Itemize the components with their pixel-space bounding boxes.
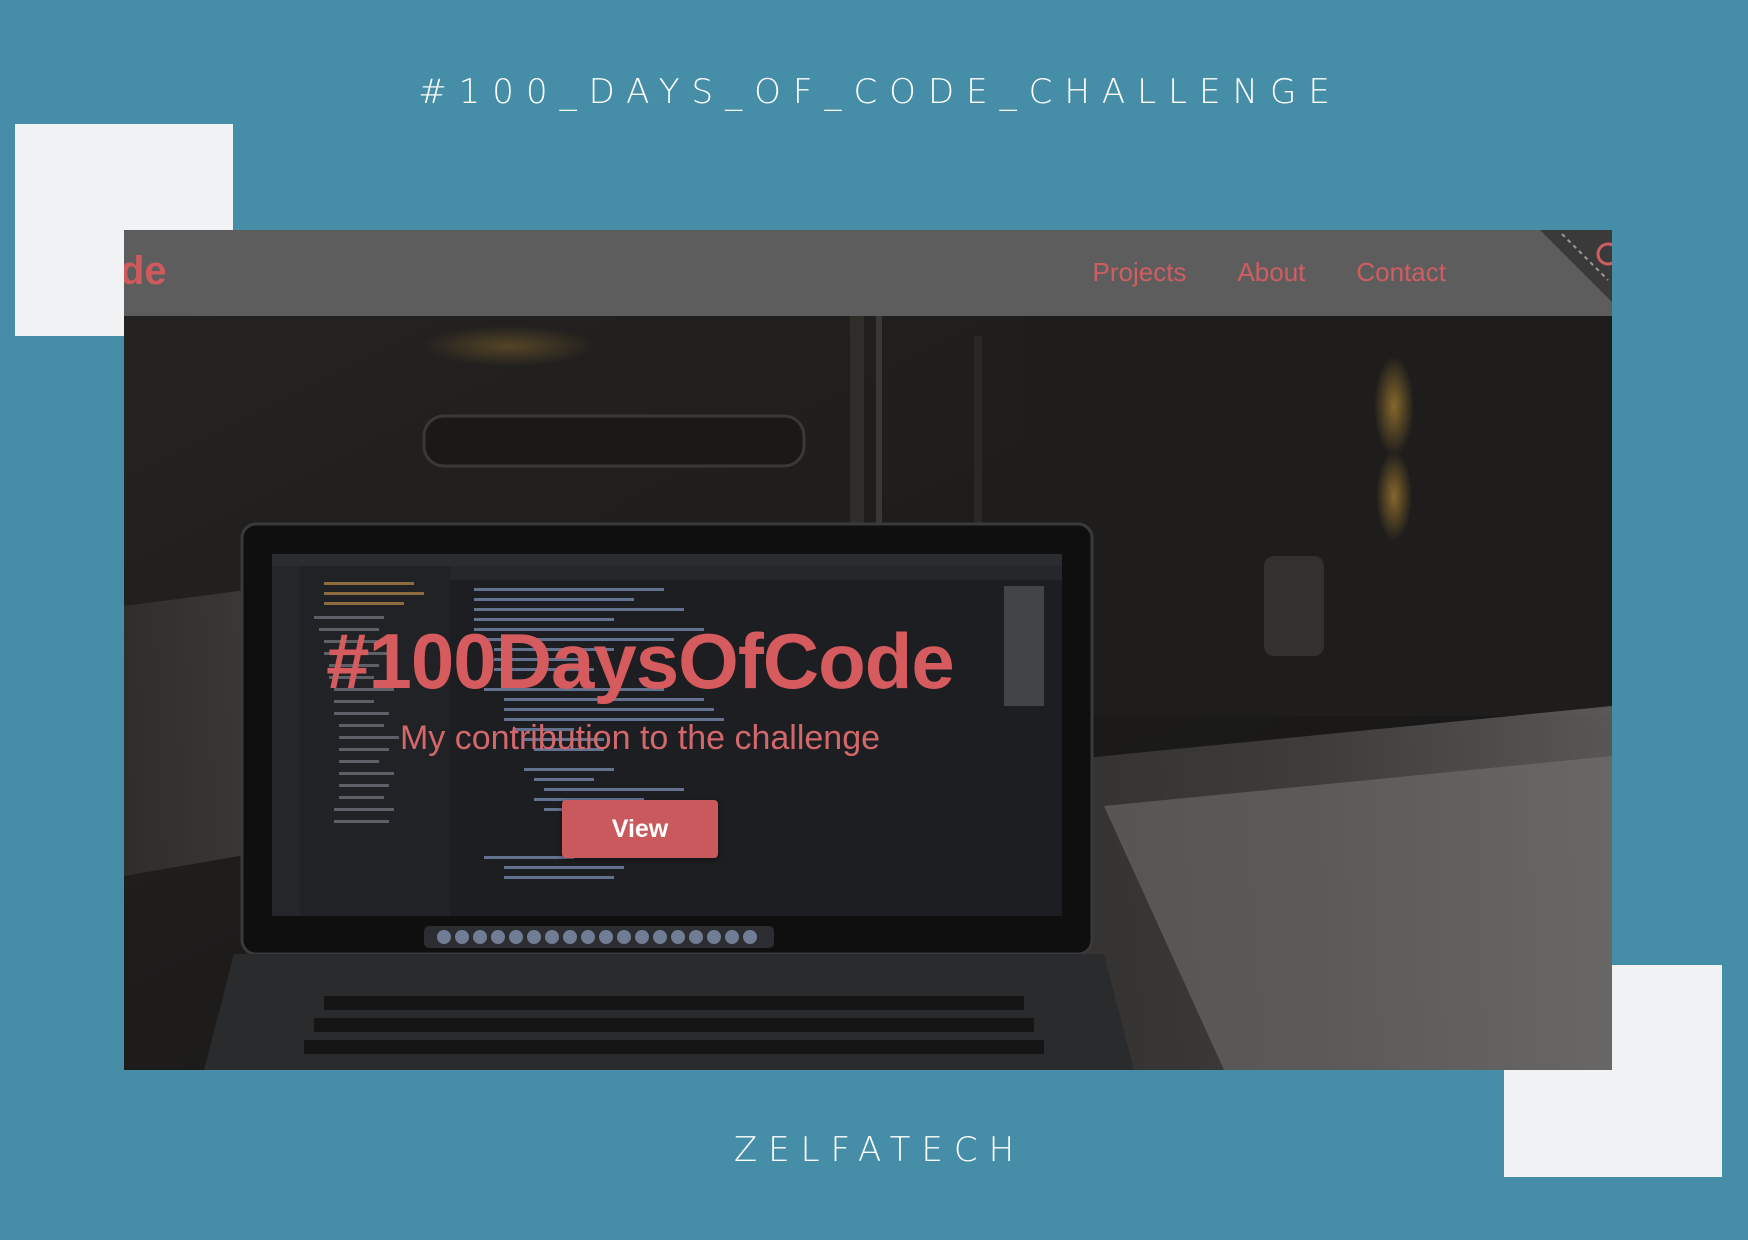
brand-name: ZELFATECH (733, 1130, 1026, 1170)
nav-links: Projects About Contact (1093, 252, 1446, 292)
hero-content: #100DaysOfCode My contribution to the ch… (290, 616, 990, 858)
view-button[interactable]: View (562, 800, 718, 858)
hero-section: #100DaysOfCode My contribution to the ch… (124, 316, 1612, 1070)
website-screenshot: #100DaysOfCode My contribution to the ch… (124, 230, 1612, 1070)
nav-link-projects[interactable]: Projects (1093, 252, 1187, 292)
hero-subtitle: My contribution to the challenge (399, 719, 881, 757)
nav-link-contact[interactable]: Contact (1356, 252, 1446, 292)
nav-link-about[interactable]: About (1237, 252, 1305, 292)
site-navbar: de Projects About Contact (124, 230, 1612, 316)
hero-title: #100DaysOfCode (326, 617, 955, 705)
github-corner-icon[interactable] (1540, 230, 1612, 302)
challenge-title: #100_DAYS_OF_CODE_CHALLENGE (418, 72, 1342, 112)
site-logo[interactable]: de (124, 246, 167, 296)
